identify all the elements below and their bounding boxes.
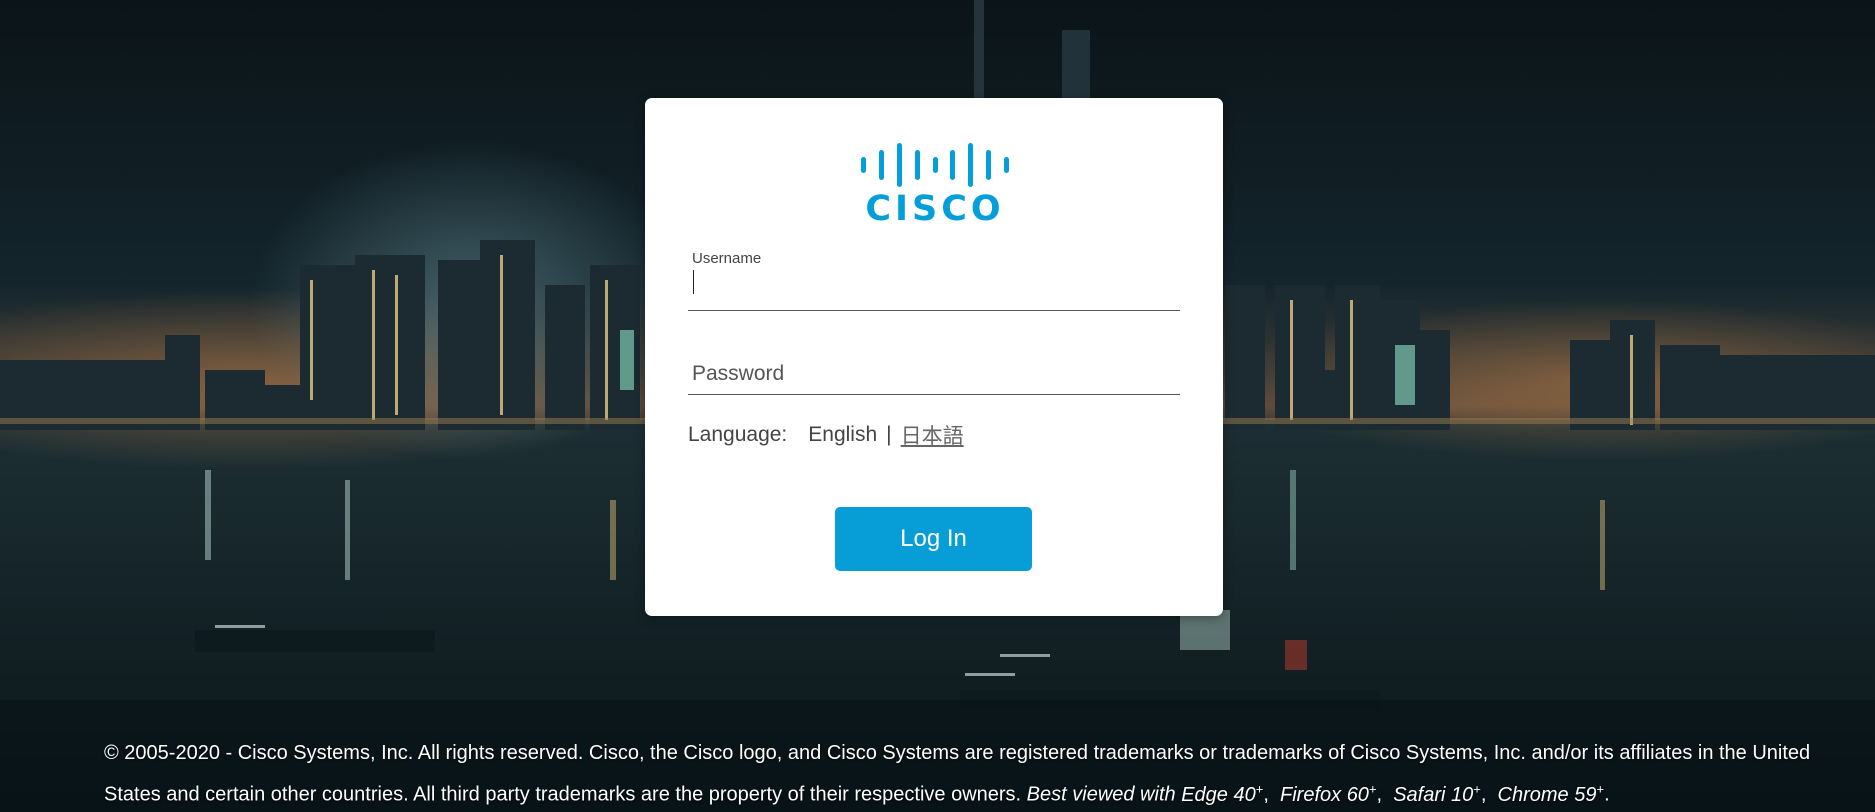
cisco-logo-bars-icon [859, 143, 1011, 187]
password-field[interactable] [688, 338, 1180, 395]
best-viewed-text: Best viewed with [1026, 783, 1176, 806]
browser-edge: Edge 40+ [1181, 781, 1264, 806]
login-card: CISCO Username Language: English | 日本語 L… [645, 98, 1223, 616]
browser-chrome: Chrome 59+ [1497, 781, 1605, 806]
password-input[interactable] [692, 362, 1162, 386]
language-japanese-link[interactable]: 日本語 [901, 420, 964, 450]
username-label: Username [692, 250, 762, 267]
login-button[interactable]: Log In [835, 507, 1032, 571]
language-label: Language: [688, 423, 788, 446]
language-selector: Language: English | 日本語 [688, 420, 964, 450]
browser-firefox: Firefox 60+ [1280, 781, 1377, 806]
browser-safari: Safari 10+ [1393, 781, 1481, 806]
username-field[interactable]: Username [688, 248, 1180, 311]
language-separator: | [886, 423, 892, 446]
cisco-logo: CISCO [859, 143, 1011, 229]
footer: © 2005-2020 - Cisco Systems, Inc. All ri… [104, 742, 1811, 806]
language-english[interactable]: English [808, 423, 877, 447]
username-input[interactable] [692, 272, 1162, 296]
cisco-wordmark: CISCO [865, 189, 1005, 229]
